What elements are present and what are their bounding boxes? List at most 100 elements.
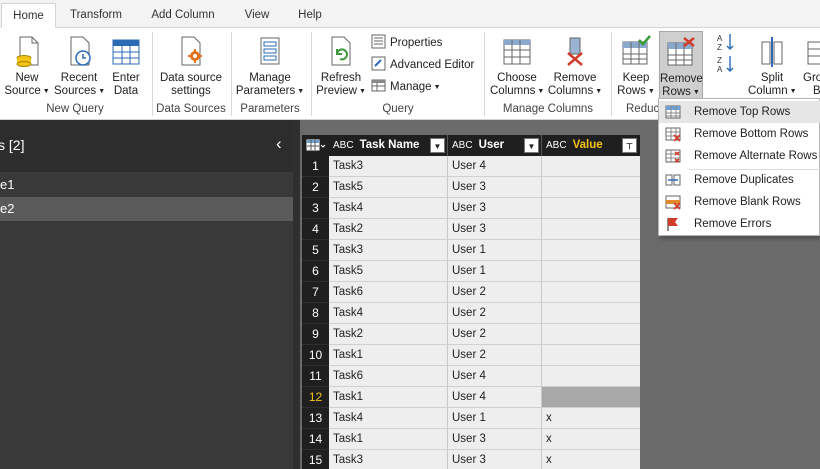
refresh-preview-button[interactable]: Refresh Preview ▼ <box>315 31 367 103</box>
cell-task-name[interactable]: Task6 <box>329 366 448 387</box>
cell-user[interactable]: User 2 <box>448 303 542 324</box>
cell-value[interactable] <box>542 387 640 408</box>
column-header-task-name[interactable]: ABC Task Name ▼ <box>329 135 448 156</box>
table-row[interactable]: 1 Task3 User 4 <box>302 156 640 177</box>
cell-task-name[interactable]: Task1 <box>329 345 448 366</box>
cell-user[interactable]: User 2 <box>448 345 542 366</box>
filter-dropdown-icon[interactable]: ▼ <box>430 138 445 153</box>
new-source-button[interactable]: New Source ▼ <box>4 31 50 103</box>
cell-task-name[interactable]: Task2 <box>329 324 448 345</box>
cell-task-name[interactable]: Task4 <box>329 198 448 219</box>
recent-sources-button[interactable]: Recent Sources ▼ <box>54 31 105 103</box>
cell-value[interactable]: x <box>542 429 640 450</box>
cell-user[interactable]: User 1 <box>448 261 542 282</box>
data-source-settings-button[interactable]: Data source settings <box>156 31 226 103</box>
cell-user[interactable]: User 3 <box>448 429 542 450</box>
row-number[interactable]: 5 <box>302 240 329 261</box>
row-number[interactable]: 14 <box>302 429 329 450</box>
choose-columns-button[interactable]: Choose Columns ▼ <box>490 31 544 103</box>
cell-value[interactable] <box>542 261 640 282</box>
cell-value[interactable]: x <box>542 450 640 469</box>
table-row[interactable]: 7 Task6 User 2 <box>302 282 640 303</box>
group-by-button[interactable]: Gro B <box>800 31 820 103</box>
row-number[interactable]: 10 <box>302 345 329 366</box>
menu-item-remove-alternate-rows[interactable]: Remove Alternate Rows <box>659 145 820 167</box>
cell-task-name[interactable]: Task1 <box>329 387 448 408</box>
cell-task-name[interactable]: Task6 <box>329 282 448 303</box>
cell-user[interactable]: User 2 <box>448 324 542 345</box>
menu-item-remove-duplicates[interactable]: Remove Duplicates <box>659 169 820 191</box>
cell-value[interactable] <box>542 177 640 198</box>
row-number[interactable]: 7 <box>302 282 329 303</box>
cell-value[interactable] <box>542 219 640 240</box>
table-menu-button[interactable] <box>302 135 329 156</box>
row-number[interactable]: 11 <box>302 366 329 387</box>
row-number[interactable]: 6 <box>302 261 329 282</box>
cell-value[interactable] <box>542 345 640 366</box>
table-row[interactable]: 11 Task6 User 4 <box>302 366 640 387</box>
cell-user[interactable]: User 4 <box>448 366 542 387</box>
cell-user[interactable]: User 4 <box>448 387 542 408</box>
cell-task-name[interactable]: Task5 <box>329 177 448 198</box>
cell-value[interactable]: x <box>542 408 640 429</box>
row-number[interactable]: 15 <box>302 450 329 469</box>
cell-user[interactable]: User 3 <box>448 219 542 240</box>
menu-item-remove-blank-rows[interactable]: Remove Blank Rows <box>659 191 820 213</box>
cell-user[interactable]: User 1 <box>448 240 542 261</box>
tab-add-column[interactable]: Add Column <box>142 3 224 28</box>
split-column-button[interactable]: Split Column ▼ <box>748 31 797 103</box>
cell-user[interactable]: User 3 <box>448 177 542 198</box>
sort-ascending-button[interactable]: AZ <box>716 32 736 52</box>
table-row[interactable]: 3 Task4 User 3 <box>302 198 640 219</box>
keep-rows-button[interactable]: Keep Rows ▼ <box>615 31 657 103</box>
row-number[interactable]: 13 <box>302 408 329 429</box>
query-item[interactable]: e1 <box>0 173 293 197</box>
query-item-selected[interactable]: e2 <box>0 197 293 221</box>
menu-item-remove-top-rows[interactable]: Remove Top Rows <box>659 101 820 123</box>
sort-descending-button[interactable]: ZA <box>716 54 736 74</box>
menu-item-remove-bottom-rows[interactable]: Remove Bottom Rows <box>659 123 820 145</box>
row-number[interactable]: 12 <box>302 387 329 408</box>
cell-task-name[interactable]: Task3 <box>329 240 448 261</box>
cell-user[interactable]: User 1 <box>448 408 542 429</box>
table-row[interactable]: 10 Task1 User 2 <box>302 345 640 366</box>
tab-help[interactable]: Help <box>289 3 331 28</box>
tab-view[interactable]: View <box>236 3 278 28</box>
table-row[interactable]: 2 Task5 User 3 <box>302 177 640 198</box>
remove-rows-button[interactable]: Remove Rows ▼ <box>659 31 703 103</box>
column-header-value[interactable]: ABC Value ⊤ <box>542 135 640 156</box>
table-row[interactable]: 8 Task4 User 2 <box>302 303 640 324</box>
cell-user[interactable]: User 3 <box>448 450 542 469</box>
tab-home[interactable]: Home <box>1 3 56 28</box>
cell-task-name[interactable]: Task5 <box>329 261 448 282</box>
cell-task-name[interactable]: Task4 <box>329 303 448 324</box>
cell-value[interactable] <box>542 240 640 261</box>
cell-task-name[interactable]: Task3 <box>329 156 448 177</box>
cell-user[interactable]: User 4 <box>448 156 542 177</box>
menu-item-remove-errors[interactable]: Remove Errors <box>659 213 820 235</box>
advanced-editor-button[interactable]: Advanced Editor <box>371 55 474 75</box>
manage-parameters-button[interactable]: Manage Parameters ▼ <box>235 31 305 103</box>
row-number[interactable]: 9 <box>302 324 329 345</box>
cell-task-name[interactable]: Task4 <box>329 408 448 429</box>
table-row[interactable]: 13 Task4 User 1x <box>302 408 640 429</box>
tab-transform[interactable]: Transform <box>62 3 130 28</box>
table-row[interactable]: 4 Task2 User 3 <box>302 219 640 240</box>
row-number[interactable]: 4 <box>302 219 329 240</box>
collapse-pane-icon[interactable]: ‹ <box>276 134 282 154</box>
cell-user[interactable]: User 2 <box>448 282 542 303</box>
enter-data-button[interactable]: Enter Data <box>107 31 145 103</box>
cell-user[interactable]: User 3 <box>448 198 542 219</box>
table-row[interactable]: 5 Task3 User 1 <box>302 240 640 261</box>
cell-value[interactable] <box>542 156 640 177</box>
filter-dropdown-icon[interactable]: ▼ <box>524 138 539 153</box>
cell-task-name[interactable]: Task1 <box>329 429 448 450</box>
row-number[interactable]: 1 <box>302 156 329 177</box>
row-number[interactable]: 3 <box>302 198 329 219</box>
filter-applied-icon[interactable]: ⊤ <box>622 138 637 153</box>
pane-splitter[interactable] <box>293 120 300 469</box>
cell-task-name[interactable]: Task3 <box>329 450 448 469</box>
table-row[interactable]: 9 Task2 User 2 <box>302 324 640 345</box>
row-number[interactable]: 8 <box>302 303 329 324</box>
table-row[interactable]: 6 Task5 User 1 <box>302 261 640 282</box>
